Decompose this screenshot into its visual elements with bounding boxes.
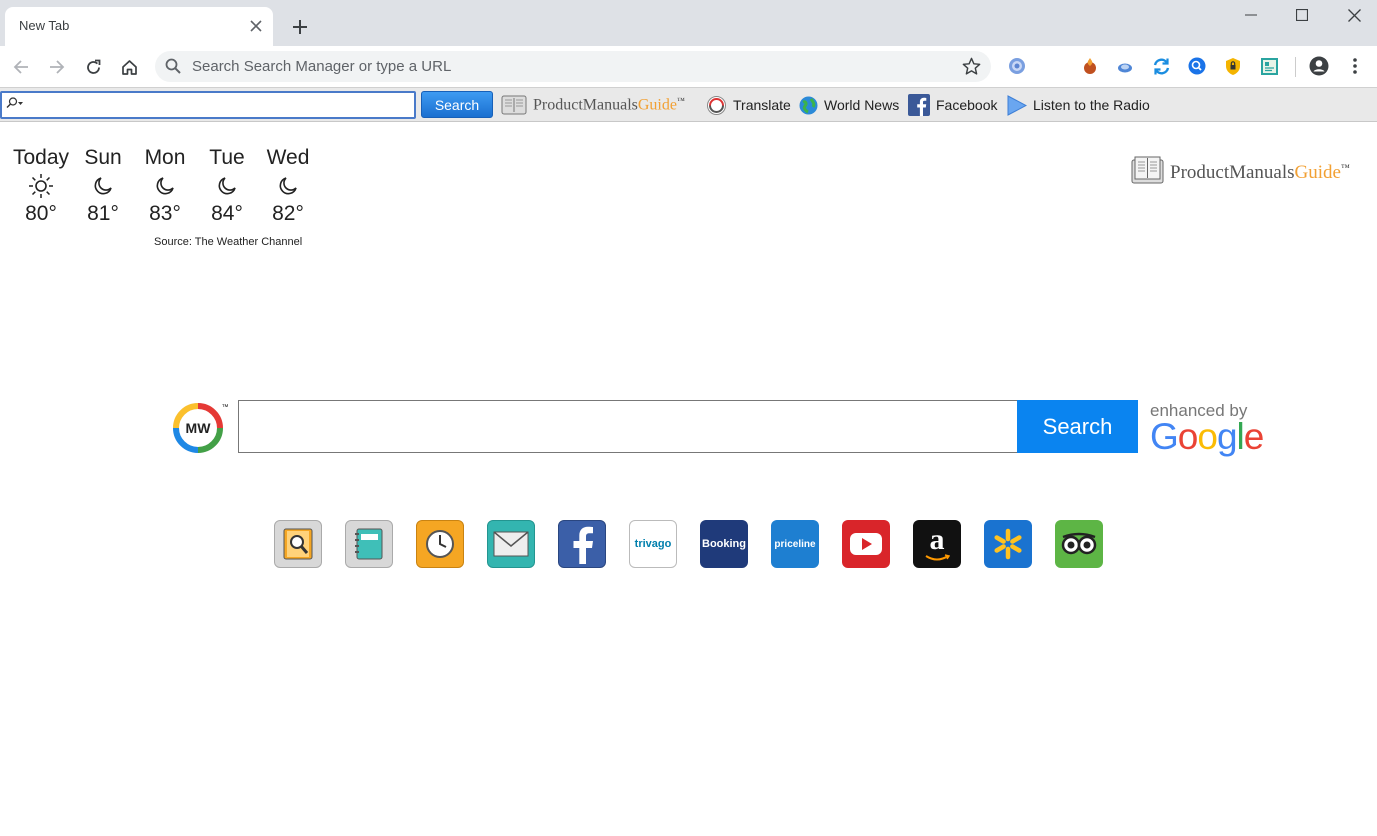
weather-day-today: Today 80° <box>10 146 72 226</box>
tile-tripadvisor[interactable] <box>1055 520 1103 568</box>
listen-radio-link[interactable]: Listen to the Radio <box>1006 93 1150 117</box>
productmanualsguide-brand: ProductManualsGuide™ <box>533 95 685 114</box>
manual-search-icon <box>283 528 313 560</box>
mw-logo: MW ™ <box>172 401 229 455</box>
facebook-link[interactable]: Facebook <box>908 93 997 117</box>
browser-toolbar <box>0 46 1377 87</box>
extension-cloud-icon[interactable] <box>1115 56 1135 76</box>
mw-logo-text: MW <box>186 420 212 436</box>
translate-link[interactable]: Translate <box>706 93 791 117</box>
facebook-icon <box>908 94 930 116</box>
close-window-icon[interactable] <box>1341 4 1367 26</box>
ext-search-button[interactable]: Search <box>421 91 493 118</box>
booking-logo: Booking <box>702 538 746 550</box>
weather-day-sun: Sun 81° <box>72 146 134 226</box>
maximize-icon[interactable] <box>1289 4 1315 26</box>
address-bar[interactable] <box>155 51 991 82</box>
tile-amazon[interactable]: a <box>913 520 961 568</box>
tile-manuals-search[interactable] <box>274 520 322 568</box>
moon-icon <box>72 170 134 202</box>
weather-source: Source: The Weather Channel <box>154 236 303 248</box>
tile-mail[interactable] <box>487 520 535 568</box>
ext-search-box[interactable] <box>0 91 416 119</box>
extension-sync-icon[interactable] <box>1151 56 1171 76</box>
kebab-menu-icon[interactable] <box>1345 56 1365 76</box>
search-dropdown-icon[interactable] <box>5 97 23 112</box>
extension-globe-icon[interactable] <box>1007 56 1027 76</box>
weather-day-wed: Wed 82° <box>257 146 319 226</box>
main-search-box[interactable] <box>238 400 1018 453</box>
sun-icon <box>10 170 72 202</box>
reload-icon[interactable] <box>80 54 106 80</box>
minimize-icon[interactable] <box>1238 4 1264 26</box>
profile-avatar-icon[interactable] <box>1309 56 1329 76</box>
quick-links: trivago Booking priceline a <box>274 520 1126 568</box>
manuals-book-icon <box>1131 156 1164 190</box>
tab-title: New Tab <box>19 18 70 33</box>
new-tab-button[interactable] <box>286 13 314 41</box>
tile-priceline[interactable]: priceline <box>771 520 819 568</box>
mw-logo-tm: ™ <box>222 404 229 411</box>
walmart-spark-icon <box>994 528 1022 560</box>
trivago-logo: trivago <box>634 538 672 550</box>
tripadvisor-owl-icon <box>1061 532 1097 555</box>
play-triangle-icon <box>1006 94 1027 116</box>
search-icon <box>165 58 181 79</box>
tab-new-tab[interactable]: New Tab <box>5 7 273 46</box>
moon-icon <box>257 170 319 202</box>
tab-strip: New Tab <box>0 0 1377 46</box>
extension-toolbar: Search ProductManualsGuide™ Translate Wo… <box>0 87 1377 122</box>
notebook-icon <box>355 528 383 560</box>
productmanualsguide-link[interactable]: ProductManualsGuide™ <box>501 93 685 117</box>
mail-icon <box>493 531 529 557</box>
priceline-logo: priceline <box>774 538 816 550</box>
close-tab-icon[interactable] <box>247 17 265 35</box>
main-search-button[interactable]: Search <box>1017 400 1138 453</box>
address-input[interactable] <box>192 55 932 78</box>
translate-icon <box>706 95 727 116</box>
moon-icon <box>196 170 258 202</box>
tile-facebook[interactable] <box>558 520 606 568</box>
facebook-icon <box>573 526 593 564</box>
ext-search-input[interactable] <box>26 95 406 115</box>
tile-clock[interactable] <box>416 520 464 568</box>
google-logo: Google <box>1150 416 1264 457</box>
enhanced-by-google: enhanced by Google <box>1150 401 1264 457</box>
manuals-book-icon <box>501 94 527 116</box>
extension-search-manager-icon[interactable] <box>1187 56 1207 76</box>
amazon-smile-icon <box>925 554 950 561</box>
bookmark-star-icon[interactable] <box>962 57 981 81</box>
weather-day-tue: Tue 84° <box>196 146 258 226</box>
extension-manuals-icon[interactable] <box>1259 56 1279 76</box>
extension-shield-icon[interactable] <box>1223 56 1243 76</box>
tile-walmart[interactable] <box>984 520 1032 568</box>
moon-icon <box>134 170 196 202</box>
toolbar-separator <box>1295 57 1296 77</box>
back-icon[interactable] <box>8 54 34 80</box>
clock-icon <box>426 530 454 558</box>
weather-day-mon: Mon 83° <box>134 146 196 226</box>
globe-icon <box>799 96 818 115</box>
extension-fire-icon[interactable] <box>1080 56 1100 76</box>
brand-text: ProductManualsGuide™ <box>1170 162 1350 183</box>
tile-booking[interactable]: Booking <box>700 520 748 568</box>
tile-notebook[interactable] <box>345 520 393 568</box>
amazon-logo: a <box>929 523 945 556</box>
main-search-input[interactable] <box>239 401 1017 452</box>
tile-youtube[interactable] <box>842 520 890 568</box>
productmanualsguide-logo[interactable]: ProductManualsGuide™ <box>1131 156 1350 190</box>
forward-icon[interactable] <box>44 54 70 80</box>
home-icon[interactable] <box>116 54 142 80</box>
world-news-link[interactable]: World News <box>799 93 899 117</box>
tile-trivago[interactable]: trivago <box>629 520 677 568</box>
youtube-play-icon <box>850 533 882 555</box>
